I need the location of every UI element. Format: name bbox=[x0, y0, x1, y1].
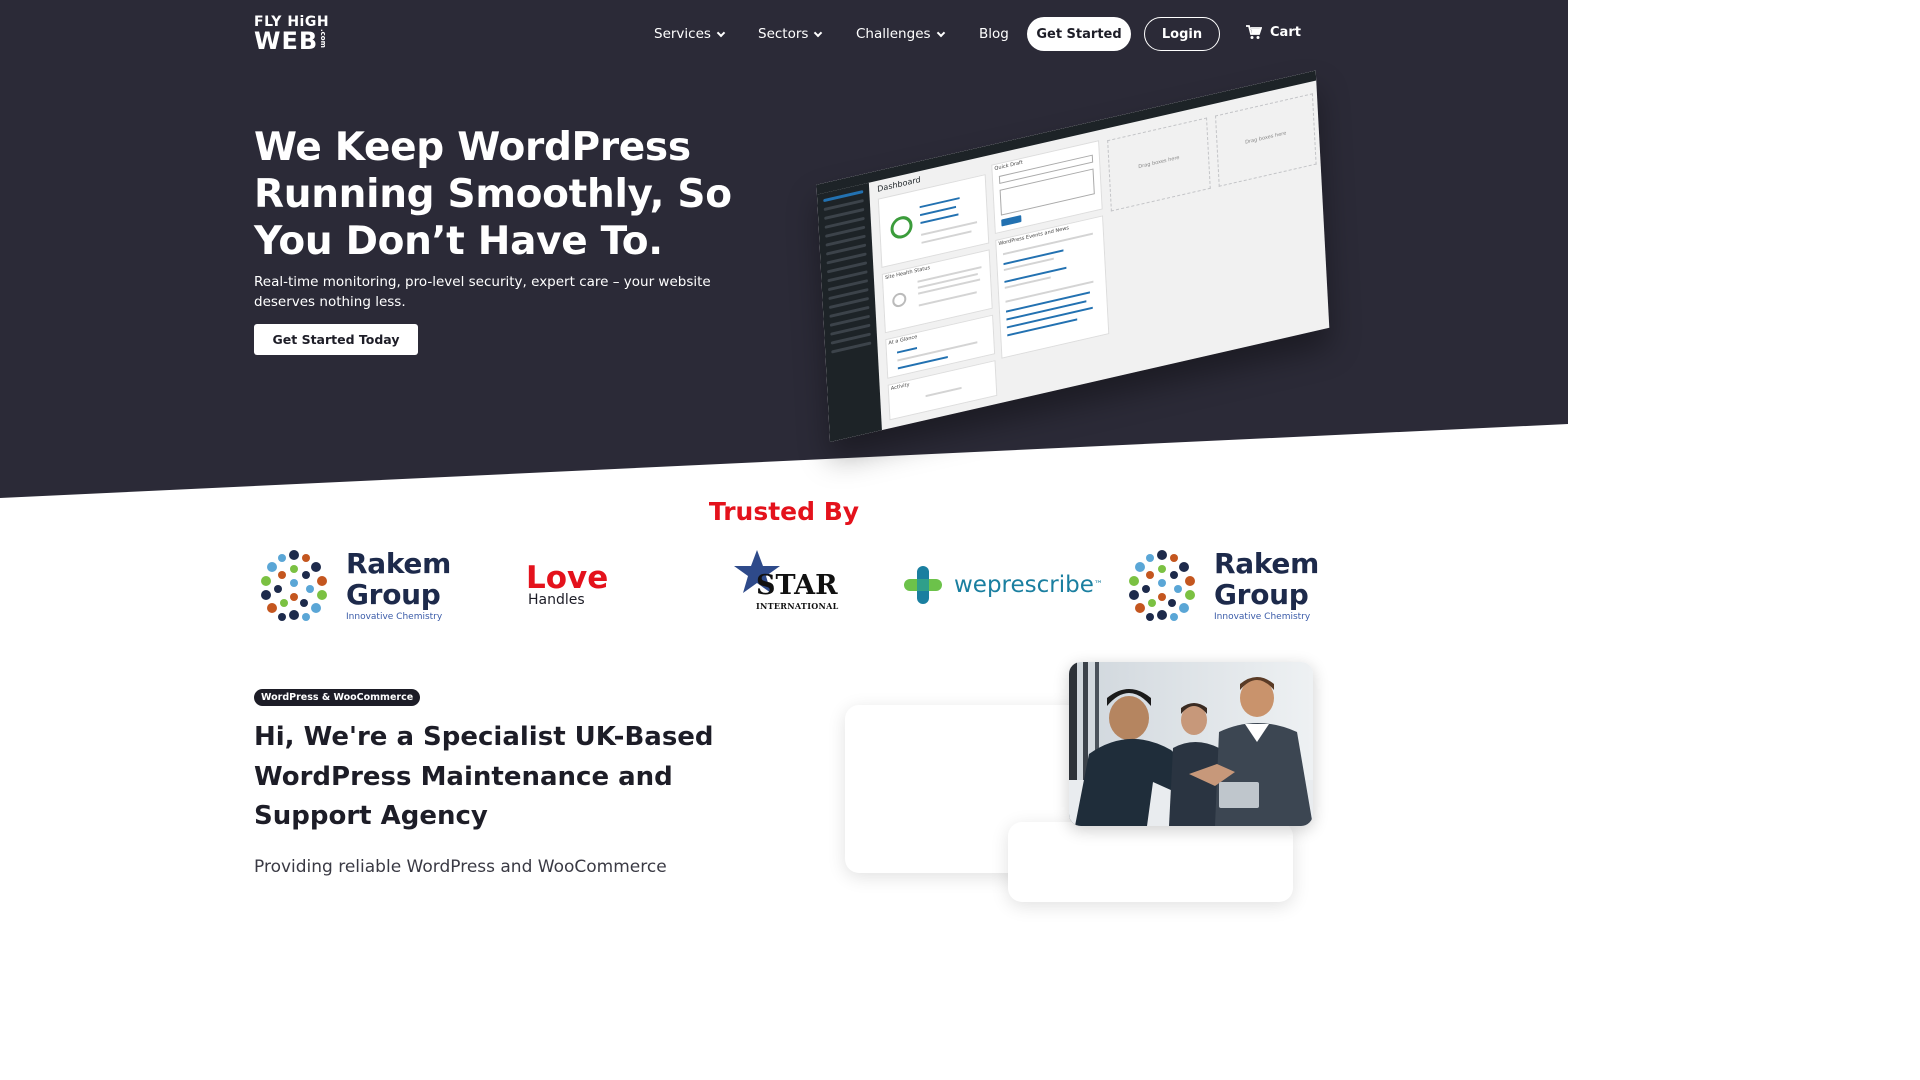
logo-name: Rakem bbox=[346, 547, 451, 580]
logo-second: Handles bbox=[528, 591, 585, 608]
trademark-mark: ™ bbox=[1093, 580, 1103, 590]
nav-label: Challenges bbox=[856, 26, 931, 42]
logo-tagline: Innovative Chemistry bbox=[1214, 612, 1311, 622]
site-logo[interactable]: FLY HiGH WEB.com bbox=[254, 15, 329, 53]
decorative-card bbox=[1008, 822, 1293, 902]
logo-second: INTERNATIONAL bbox=[756, 601, 839, 611]
logo-name: STAR bbox=[756, 570, 838, 601]
drag-box-label: Drag boxes here bbox=[1138, 154, 1180, 171]
nav-item-services[interactable]: Services bbox=[654, 0, 726, 68]
hero-background bbox=[0, 0, 1568, 498]
logo-line-2: WEB bbox=[254, 27, 319, 55]
nav-label: Blog bbox=[979, 26, 1009, 42]
logo-line-3: .com bbox=[319, 29, 328, 48]
logo-name: Rakem bbox=[1214, 547, 1319, 580]
activity-title: Activity bbox=[890, 381, 910, 392]
chevron-down-icon bbox=[814, 28, 823, 37]
rakem-dots-icon bbox=[1129, 550, 1195, 621]
cart-label: Cart bbox=[1270, 25, 1301, 40]
about-text: Providing reliable WordPress and WooComm… bbox=[254, 857, 667, 877]
logo-tagline: Innovative Chemistry bbox=[346, 612, 443, 622]
get-started-today-button[interactable]: Get Started Today bbox=[254, 324, 418, 355]
star-international-logo: STAR INTERNATIONAL bbox=[734, 540, 838, 630]
trusted-by-heading: Trusted By bbox=[708, 497, 860, 526]
chevron-down-icon bbox=[716, 28, 726, 37]
rakem-dots-icon bbox=[261, 550, 327, 621]
get-started-button[interactable]: Get Started bbox=[1027, 17, 1131, 51]
cart-link[interactable]: Cart bbox=[1246, 25, 1301, 40]
hero-subtitle: Real-time monitoring, pro-level security… bbox=[254, 274, 711, 310]
about-heading: Hi, We're a Specialist UK-Based WordPres… bbox=[254, 722, 714, 831]
category-badge: WordPress & WooCommerce bbox=[254, 689, 421, 706]
weprescribe-logo: weprescribe ™ bbox=[904, 540, 1103, 630]
cart-icon bbox=[1246, 25, 1262, 39]
at-a-glance-title: At a Glance bbox=[888, 333, 918, 347]
love-handles-logo: Love Handles bbox=[526, 540, 608, 630]
nav-label: Services bbox=[654, 26, 711, 42]
logo-second: Group bbox=[1214, 578, 1309, 611]
nav-item-challenges[interactable]: Challenges bbox=[856, 0, 945, 68]
logo-name: Love bbox=[526, 559, 609, 596]
chevron-down-icon bbox=[936, 28, 945, 37]
hero-title: We Keep WordPress Running Smoothly, So Y… bbox=[254, 125, 732, 264]
logo-second: Group bbox=[346, 578, 441, 611]
rakem-group-logo: Rakem Group Innovative Chemistry bbox=[254, 540, 451, 630]
login-button[interactable]: Login bbox=[1144, 17, 1220, 51]
nav-item-blog[interactable]: Blog bbox=[979, 0, 1009, 68]
handshake-photo bbox=[1069, 662, 1313, 826]
nav-label: Sectors bbox=[758, 26, 809, 42]
top-navigation: FLY HiGH WEB.com Services Sectors Challe… bbox=[0, 0, 1568, 68]
nav-item-sectors[interactable]: Sectors bbox=[758, 0, 823, 68]
quick-draft-title: Quick Draft bbox=[994, 159, 1023, 173]
logo-name: weprescribe bbox=[954, 572, 1094, 598]
rakem-group-logo: Rakem Group Innovative Chemistry bbox=[1122, 540, 1319, 630]
plus-cross-icon bbox=[904, 566, 942, 604]
drag-box-label: Drag boxes here bbox=[1245, 130, 1287, 146]
client-logos: Rakem Group Innovative Chemistry Love Ha… bbox=[254, 540, 1319, 630]
